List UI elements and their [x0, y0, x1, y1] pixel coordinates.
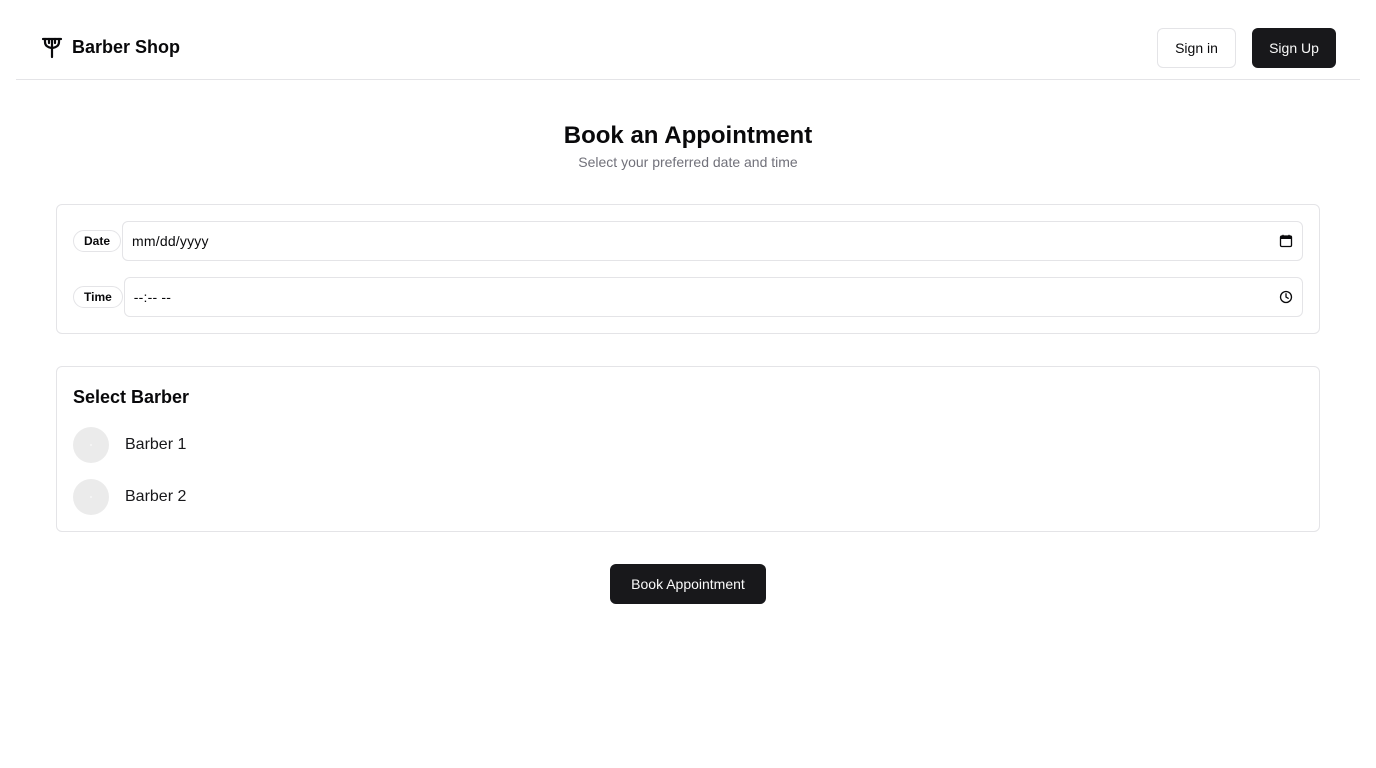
date-label: Date: [73, 230, 122, 252]
select-barber-card: Select Barber Barber 1 Barber 2: [56, 366, 1320, 532]
barber-option-2[interactable]: Barber 2: [73, 479, 186, 515]
time-input[interactable]: --:-- --: [123, 277, 1303, 317]
clock-icon[interactable]: [1279, 290, 1293, 304]
time-row: Time --:-- --: [73, 277, 1303, 317]
avatar: [73, 479, 109, 515]
scissors-icon: [41, 37, 63, 59]
barber-name: Barber 2: [125, 488, 187, 505]
sign-in-button[interactable]: Sign in: [1157, 28, 1236, 68]
date-row: Date mm/dd/yyyy: [73, 221, 1303, 261]
avatar: [73, 427, 109, 463]
barber-option-1[interactable]: Barber 1: [73, 427, 186, 463]
date-input[interactable]: mm/dd/yyyy: [122, 221, 1303, 261]
date-time-card: Date mm/dd/yyyy Time --:-- --: [56, 204, 1320, 334]
brand-name: Barber Shop: [72, 37, 181, 57]
top-navbar: Barber Shop Sign in Sign Up: [16, 0, 1360, 80]
date-input-value: mm/dd/yyyy: [132, 233, 209, 249]
sign-up-button[interactable]: Sign Up: [1252, 28, 1336, 68]
book-appointment-button[interactable]: Book Appointment: [610, 564, 766, 604]
select-barber-heading: Select Barber: [73, 387, 190, 407]
page-title: Book an Appointment: [563, 122, 813, 149]
calendar-icon[interactable]: [1279, 234, 1293, 248]
brand-logo[interactable]: Barber Shop: [40, 35, 180, 59]
time-input-value: --:-- --: [133, 289, 172, 305]
page-subtitle: Select your preferred date and time: [578, 154, 798, 170]
barber-name: Barber 1: [125, 436, 187, 453]
time-label: Time: [73, 286, 123, 308]
